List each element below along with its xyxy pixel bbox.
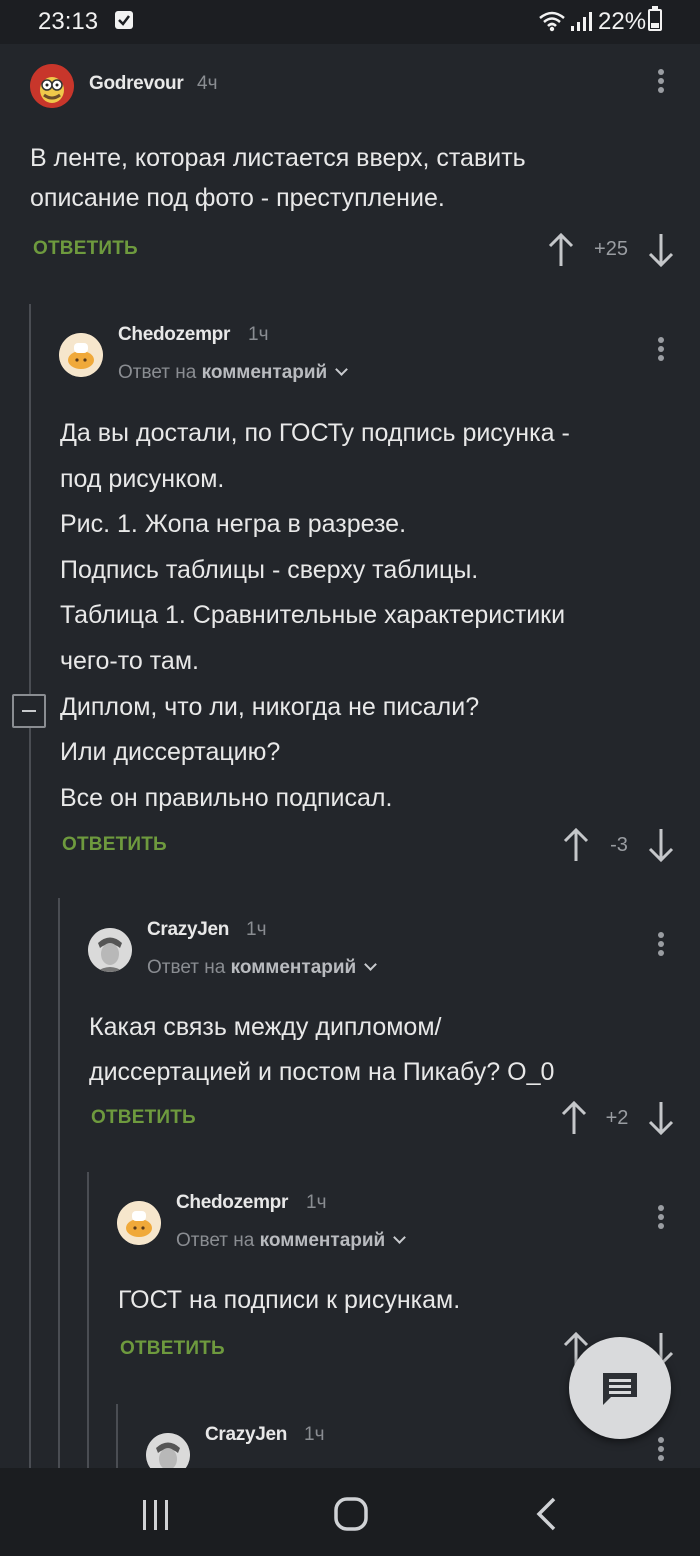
comment-author[interactable]: Chedozempr [118,324,230,346]
avatar[interactable] [88,928,132,972]
reply-to[interactable]: Ответ на комментарий [118,362,349,384]
recent-apps-icon[interactable] [140,1498,172,1532]
avatar[interactable] [117,1201,161,1245]
battery-icon [648,6,662,31]
navigation-bar [0,1468,700,1556]
comment-text: Какая связь между дипломом/ диссертацией… [89,1005,554,1095]
reply-button[interactable]: ОТВЕТИТЬ [33,238,138,260]
status-bar: 23:13 22% [0,0,700,44]
home-icon[interactable] [333,1496,369,1532]
comment-line: Рис. 1. Жопа негра в разрезе. [60,510,407,539]
reply-to-link[interactable]: комментарий [260,1230,386,1251]
chevron-down-icon[interactable] [335,363,349,376]
comment-age: 1ч [248,324,269,345]
comment-icon [603,1373,637,1405]
status-time: 23:13 [38,8,99,35]
comment-line: В ленте, которая листается вверх, ставит… [30,144,526,172]
more-icon[interactable] [649,932,673,962]
comment-author[interactable]: Chedozempr [176,1192,288,1214]
comment-line: описание под фото - преступление. [30,184,445,212]
comment-line: Подпись таблицы - сверху таблицы. [60,555,479,584]
upvote-icon[interactable] [562,827,590,863]
reply-to-link[interactable]: комментарий [231,957,357,978]
collapse-thread-button[interactable] [12,694,46,728]
comment-rating: +2 [605,1107,629,1129]
thread-line[interactable] [58,898,60,1468]
thread-line[interactable] [29,304,31,1468]
more-icon[interactable] [649,1205,673,1235]
thread-line[interactable] [87,1172,89,1468]
comment-line: под рисунком. [60,464,225,493]
add-comment-button[interactable] [569,1337,671,1439]
comment-line: Все он правильно подписал. [60,783,393,812]
thread-line[interactable] [116,1404,118,1468]
comment-text: В ленте, которая листается вверх, ставит… [30,136,526,221]
more-icon[interactable] [649,69,673,99]
signal-icon [571,12,592,31]
comment-author[interactable]: CrazyJen [205,1424,287,1446]
reply-to-link[interactable]: комментарий [202,362,328,383]
comment-age: 1ч [246,919,267,940]
downvote-icon[interactable] [647,1100,675,1136]
comment-line: Или диссертацию? [60,738,281,767]
comment-line: Диплом, что ли, никогда не писали? [60,692,480,721]
reply-button[interactable]: ОТВЕТИТЬ [62,834,167,856]
comment-line: чего-то там. [60,646,199,675]
comment-line: Какая связь между дипломом/ [89,1013,442,1041]
checkbox-notification-icon [115,11,133,29]
reply-button[interactable]: ОТВЕТИТЬ [120,1338,225,1360]
comment-author[interactable]: Godrevour [89,73,184,95]
comment-age: 1ч [306,1192,327,1213]
comment-line: ГОСТ на подписи к рисункам. [118,1286,461,1314]
comment-rating: +25 [594,238,628,260]
comment-author[interactable]: CrazyJen [147,919,229,941]
reply-to-prefix: Ответ на [118,362,197,383]
avatar[interactable] [59,333,103,377]
comment-text: ГОСТ на подписи к рисункам. [118,1278,460,1323]
comment-text: Да вы достали, по ГОСТу подпись рисунка … [60,411,570,821]
upvote-icon[interactable] [547,232,575,268]
chevron-down-icon[interactable] [393,1231,407,1244]
comment-age: 4ч [197,73,218,94]
battery-percent: 22% [598,8,647,35]
more-icon[interactable] [649,1437,673,1467]
downvote-icon[interactable] [647,827,675,863]
comment-line: Да вы достали, по ГОСТу подпись рисунка … [60,419,570,447]
reply-to-prefix: Ответ на [176,1230,255,1251]
comment-line: Таблица 1. Сравнительные характеристики [60,601,566,630]
more-icon[interactable] [649,337,673,367]
comment-line: диссертацией и постом на Пикабу? О_0 [89,1058,555,1086]
reply-to[interactable]: Ответ на комментарий [176,1230,407,1252]
avatar[interactable] [30,64,74,108]
reply-button[interactable]: ОТВЕТИТЬ [91,1107,196,1129]
back-icon[interactable] [534,1496,558,1532]
comment-age: 1ч [304,1424,325,1445]
wifi-icon [539,11,565,32]
downvote-icon[interactable] [647,232,675,268]
reply-to[interactable]: Ответ на комментарий [147,957,378,979]
reply-to-prefix: Ответ на [147,957,226,978]
chevron-down-icon[interactable] [364,958,378,971]
comment-rating: -3 [610,834,628,856]
upvote-icon[interactable] [560,1100,588,1136]
